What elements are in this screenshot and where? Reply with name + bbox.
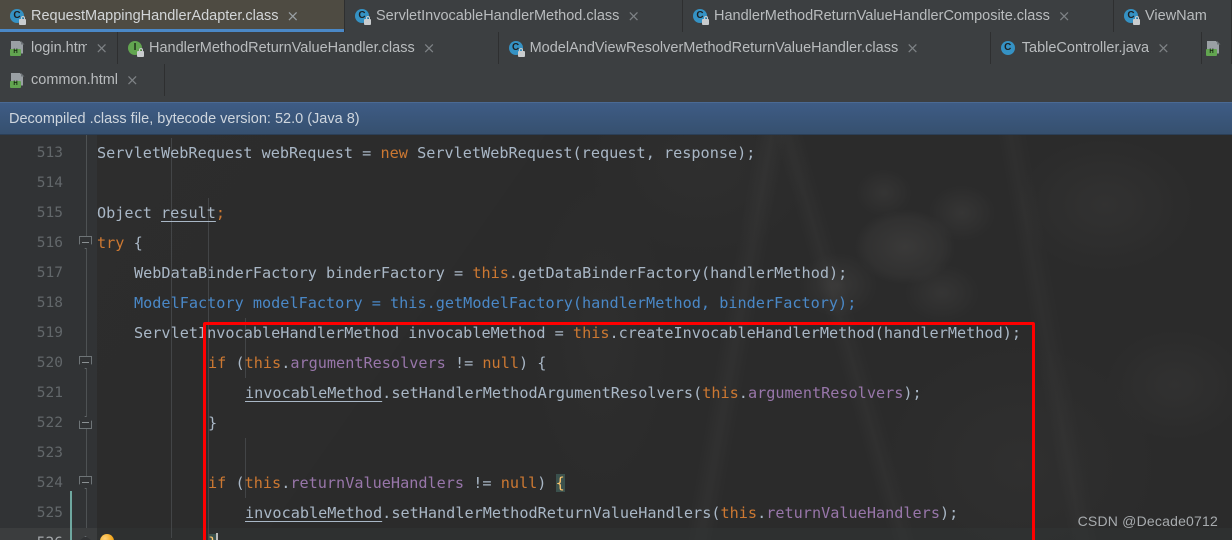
- java-class-decompiled-icon: [693, 8, 709, 25]
- code-line-519: ServletInvocableHandlerMethod invocableM…: [134, 324, 1022, 342]
- java-class-decompiled-icon: [1124, 8, 1140, 25]
- tab-label: login.html: [31, 40, 88, 56]
- tab-servlet-invocable-handler-method[interactable]: ServletInvocableHandlerMethod.class ×: [345, 0, 683, 32]
- tab-close-icon[interactable]: ×: [906, 40, 919, 56]
- tab-partial-html[interactable]: [1202, 32, 1232, 64]
- tab-model-and-view-resolver-method-return-value-handler[interactable]: ModelAndViewResolverMethodReturnValueHan…: [498, 32, 991, 64]
- watermark: CSDN @Decade0712: [1077, 513, 1218, 529]
- tab-handler-method-return-value-handler-composite[interactable]: HandlerMethodReturnValueHandlerComposite…: [683, 0, 1114, 32]
- tab-close-icon[interactable]: ×: [95, 40, 108, 56]
- java-interface-decompiled-icon: [128, 40, 144, 57]
- code-line-513: ServletWebRequest webRequest = new Servl…: [97, 144, 756, 162]
- code-line-520: if (this.argumentResolvers != null) {: [208, 354, 547, 372]
- html-file-icon: [10, 40, 25, 56]
- html-file-icon: [10, 72, 25, 88]
- tab-label: HandlerMethodReturnValueHandlerComposite…: [714, 8, 1050, 24]
- tab-close-icon[interactable]: ×: [627, 8, 640, 24]
- tab-close-icon[interactable]: ×: [286, 8, 299, 24]
- tab-label: common.html: [31, 72, 119, 88]
- java-class-decompiled-icon: [10, 8, 26, 25]
- editor-tab-row-1: RequestMappingHandlerAdapter.class × Ser…: [0, 0, 1232, 32]
- tab-request-mapping-handler-adapter[interactable]: RequestMappingHandlerAdapter.class ×: [0, 0, 345, 32]
- tab-close-icon[interactable]: ×: [126, 72, 139, 88]
- tab-close-icon[interactable]: ×: [1058, 8, 1071, 24]
- tab-view-name-truncated[interactable]: ViewNam: [1114, 0, 1232, 32]
- code-editor[interactable]: 513 514 515 516 517 518 519 520 521 522 …: [0, 135, 1232, 540]
- text-caret: [216, 533, 218, 540]
- editor-tab-row-3: common.html ×: [0, 64, 1232, 96]
- code-line-521: invocableMethod.setHandlerMethodArgument…: [245, 384, 922, 402]
- code-line-515: Object result;: [97, 204, 226, 222]
- decompiled-file-notification-bar: Decompiled .class file, bytecode version…: [0, 102, 1232, 135]
- tab-table-controller-java[interactable]: TableController.java ×: [990, 32, 1202, 64]
- tab-label: ModelAndViewResolverMethodReturnValueHan…: [529, 40, 899, 56]
- tab-handler-method-return-value-handler[interactable]: HandlerMethodReturnValueHandler.class ×: [118, 32, 499, 64]
- tab-label: HandlerMethodReturnValueHandler.class: [149, 40, 415, 56]
- tab-label: RequestMappingHandlerAdapter.class: [31, 8, 279, 24]
- code-line-517: WebDataBinderFactory binderFactory = thi…: [134, 264, 848, 282]
- tab-label: ViewNam: [1145, 8, 1207, 24]
- idea-editor-window: RequestMappingHandlerAdapter.class × Ser…: [0, 0, 1232, 540]
- java-class-decompiled-icon: [508, 40, 525, 57]
- editor-tab-bar: RequestMappingHandlerAdapter.class × Ser…: [0, 0, 1232, 96]
- code-line-525: invocableMethod.setHandlerMethodReturnVa…: [245, 504, 959, 522]
- tab-close-icon[interactable]: ×: [1157, 40, 1170, 56]
- code-line-518: ModelFactory modelFactory = this.getMode…: [134, 294, 857, 312]
- tab-close-icon[interactable]: ×: [423, 40, 436, 56]
- tab-login-html[interactable]: login.html ×: [0, 32, 118, 64]
- notification-text: Decompiled .class file, bytecode version…: [9, 110, 360, 127]
- tab-common-html[interactable]: common.html ×: [0, 64, 165, 96]
- code-line-516: try {: [97, 234, 143, 252]
- html-file-icon: [1206, 40, 1221, 56]
- tab-label: ServletInvocableHandlerMethod.class: [376, 8, 620, 24]
- code-line-524: if (this.returnValueHandlers != null) {: [208, 474, 565, 492]
- java-class-decompiled-icon: [355, 8, 371, 25]
- tab-label: TableController.java: [1021, 40, 1150, 56]
- editor-tab-row-2: login.html × HandlerMethodReturnValueHan…: [0, 32, 1232, 64]
- code-line-526: }: [208, 528, 218, 540]
- java-class-icon: [1000, 40, 1016, 56]
- code-line-522: }: [208, 414, 218, 432]
- code-text[interactable]: , ModelAndView, handlerMethod) { Servlet…: [0, 135, 1232, 540]
